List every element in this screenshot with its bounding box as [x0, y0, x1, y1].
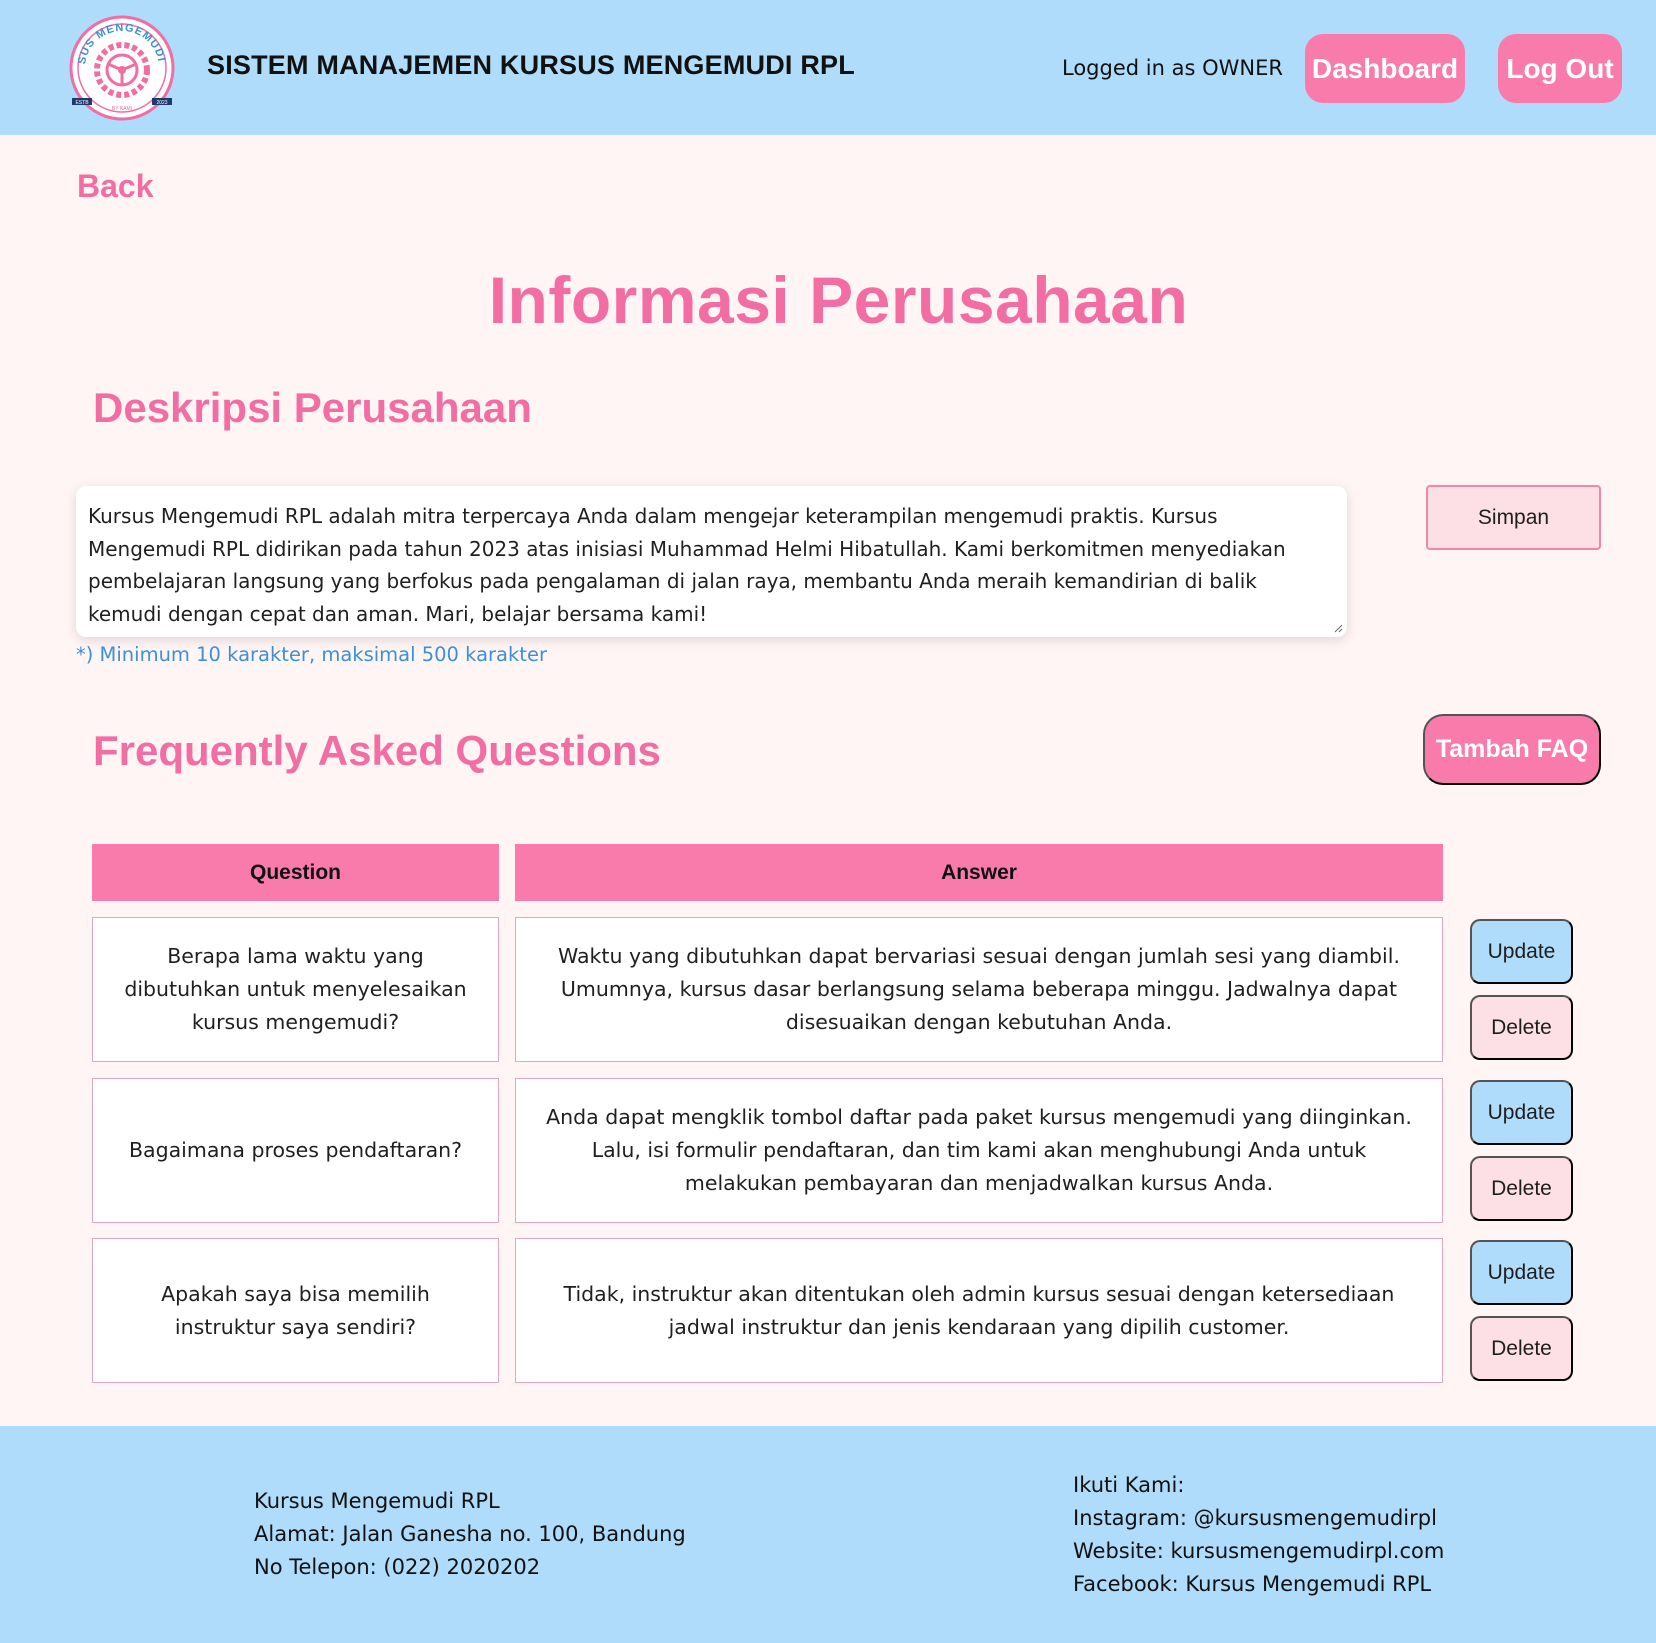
logo-year: 2023 [156, 100, 167, 106]
footer-company-name: Kursus Mengemudi RPL [254, 1489, 500, 1513]
character-limit-hint: *) Minimum 10 karakter, maksimal 500 kar… [76, 643, 547, 666]
save-description-button[interactable]: Simpan [1426, 485, 1601, 550]
footer-instagram[interactable]: Instagram: @kursusmengemudirpl [1073, 1502, 1444, 1535]
logo-est: ESTB [75, 100, 89, 106]
footer-follow-heading: Ikuti Kami: [1073, 1473, 1185, 1497]
faq-question-text: Berapa lama waktu yang dibutuhkan untuk … [124, 944, 467, 1034]
faq-question-text: Bagaimana proses pendaftaran? [128, 1138, 463, 1162]
add-faq-button[interactable]: Tambah FAQ [1423, 714, 1601, 785]
app-title: SISTEM MANAJEMEN KURSUS MENGEMUDI RPL [207, 50, 855, 80]
resize-handle-icon[interactable] [1333, 623, 1343, 633]
description-section-title: Deskripsi Perusahaan [93, 384, 532, 431]
footer-address: Alamat: Jalan Ganesha no. 100, Bandung [254, 1522, 686, 1546]
faq-answer-cell: Tidak, instruktur akan ditentukan oleh a… [515, 1238, 1443, 1383]
back-link[interactable]: Back [77, 168, 154, 205]
faq-section-title: Frequently Asked Questions [93, 727, 661, 774]
delete-faq-button[interactable]: Delete [1470, 1316, 1573, 1381]
description-textarea[interactable]: Kursus Mengemudi RPL adalah mitra terper… [76, 486, 1347, 637]
faq-answer-text: Anda dapat mengklik tombol daftar pada p… [546, 1105, 1412, 1195]
dashboard-button[interactable]: Dashboard [1305, 34, 1465, 103]
top-header: KURSUS MENGEMUDI RPL ESTB 2023 BY KAMI S… [0, 0, 1656, 135]
column-header-answer: Answer [515, 844, 1443, 901]
company-logo[interactable]: KURSUS MENGEMUDI RPL ESTB 2023 BY KAMI [64, 5, 176, 122]
delete-faq-button[interactable]: Delete [1470, 1156, 1573, 1221]
footer-website[interactable]: Website: kursusmengemudirpl.com [1073, 1535, 1444, 1568]
footer-social-info: Ikuti Kami: Instagram: @kursusmengemudir… [1073, 1469, 1444, 1601]
faq-question-text: Apakah saya bisa memilih instruktur saya… [161, 1281, 430, 1339]
faq-question-cell: Apakah saya bisa memilih instruktur saya… [92, 1238, 499, 1383]
footer-phone: No Telepon: (022) 2020202 [254, 1555, 541, 1579]
faq-answer-cell: Waktu yang dibutuhkan dapat bervariasi s… [515, 917, 1443, 1062]
update-faq-button[interactable]: Update [1470, 1240, 1573, 1305]
faq-question-cell: Berapa lama waktu yang dibutuhkan untuk … [92, 917, 499, 1062]
logo-subtext: BY KAMI [112, 106, 132, 112]
faq-question-cell: Bagaimana proses pendaftaran? [92, 1078, 499, 1223]
description-text: Kursus Mengemudi RPL adalah mitra terper… [88, 504, 1286, 626]
footer-contact-info: Kursus Mengemudi RPL Alamat: Jalan Ganes… [254, 1485, 686, 1584]
page-footer: Kursus Mengemudi RPL Alamat: Jalan Ganes… [0, 1426, 1656, 1643]
page-title: Informasi Perusahaan [488, 263, 1189, 337]
update-faq-button[interactable]: Update [1470, 919, 1573, 984]
column-header-question: Question [92, 844, 499, 901]
faq-answer-cell: Anda dapat mengklik tombol daftar pada p… [515, 1078, 1443, 1223]
faq-answer-text: Waktu yang dibutuhkan dapat bervariasi s… [558, 944, 1400, 1034]
footer-facebook[interactable]: Facebook: Kursus Mengemudi RPL [1073, 1568, 1444, 1601]
update-faq-button[interactable]: Update [1470, 1080, 1573, 1145]
logout-button[interactable]: Log Out [1498, 34, 1622, 103]
delete-faq-button[interactable]: Delete [1470, 995, 1573, 1060]
faq-answer-text: Tidak, instruktur akan ditentukan oleh a… [563, 1281, 1395, 1339]
logged-in-status: Logged in as OWNER [1062, 56, 1283, 80]
